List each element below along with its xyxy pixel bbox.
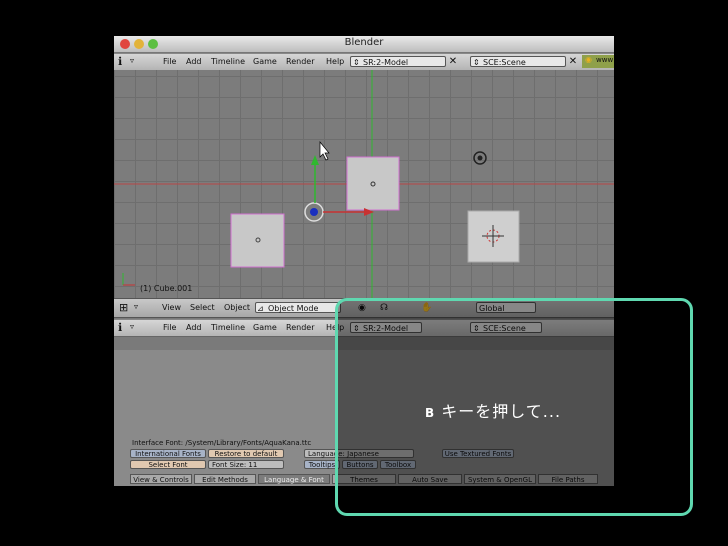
window-title: Blender [344, 37, 384, 48]
delete-scene-button[interactable]: ✕ [568, 56, 578, 67]
select-font-button[interactable]: Select Font [130, 460, 206, 469]
blender-logo-icon: ◉ [585, 55, 592, 64]
selector-arrows-icon: ⇕ [473, 58, 480, 67]
delete-screen-button[interactable]: ✕ [448, 56, 458, 67]
header-menu-toggle-icon[interactable]: ▿ [130, 56, 134, 65]
screen-name: SR:2-Model [363, 58, 409, 67]
tab-edit-methods[interactable]: Edit Methods [194, 474, 256, 484]
international-fonts-toggle[interactable]: International Fonts [130, 449, 206, 458]
object-mode-icon: ⊿ [257, 304, 264, 313]
manipulator-center [310, 208, 318, 216]
scene-selector[interactable]: ⇕ SCE:Scene [470, 56, 566, 67]
menu-game[interactable]: Game [253, 323, 277, 332]
screen-selector[interactable]: ⇕ SR:2-Model [350, 56, 446, 67]
caption: B キーを押して... [425, 398, 561, 422]
mouse-pointer [319, 141, 330, 161]
restore-default-button[interactable]: Restore to default [208, 449, 284, 458]
editor-type-icon[interactable]: ⊞ [119, 301, 128, 314]
menu-timeline[interactable]: Timeline [211, 57, 245, 66]
y-manipulator-arrow [311, 155, 319, 165]
menu-file[interactable]: File [163, 323, 176, 332]
interface-font-label: Interface Font: /System/Library/Fonts/Aq… [132, 439, 312, 447]
header-menu-toggle-icon[interactable]: ▿ [130, 322, 134, 331]
viewport-scene [114, 70, 614, 298]
caption-text: キーを押して... [441, 402, 562, 421]
mode-selector[interactable]: ⊿ Object Mode [255, 302, 341, 313]
menu-file[interactable]: File [163, 57, 176, 66]
tab-language-font[interactable]: Language & Font [258, 474, 330, 484]
header-menu-toggle-icon[interactable]: ▿ [134, 302, 138, 311]
menu-help[interactable]: Help [326, 57, 344, 66]
selected-cube-top [346, 156, 400, 211]
info-icon[interactable]: ℹ [118, 321, 122, 334]
scene-name: SCE:Scene [483, 58, 526, 67]
main-header: ℹ ▿ File Add Timeline Game Render Help ⇕… [114, 53, 614, 71]
menu-view[interactable]: View [162, 303, 181, 312]
menu-game[interactable]: Game [253, 57, 277, 66]
tab-view-controls[interactable]: View & Controls [130, 474, 192, 484]
title-bar: Blender [114, 36, 614, 53]
www-label: www [596, 56, 614, 64]
selected-cube-left [230, 213, 285, 268]
menu-render[interactable]: Render [286, 57, 314, 66]
menu-object[interactable]: Object [224, 303, 250, 312]
selector-arrows-icon: ⇕ [353, 58, 360, 67]
mode-label: Object Mode [268, 304, 319, 313]
menu-add[interactable]: Add [186, 57, 202, 66]
menu-render[interactable]: Render [286, 323, 314, 332]
menu-select[interactable]: Select [190, 303, 215, 312]
font-size-select[interactable]: Font Size: 11 [208, 460, 284, 469]
info-icon[interactable]: ℹ [118, 55, 122, 68]
caption-key: B [425, 406, 436, 420]
active-object-label: (1) Cube.001 [140, 284, 193, 293]
www-indicator: ◉ www [582, 55, 614, 68]
menu-add[interactable]: Add [186, 323, 202, 332]
menu-timeline[interactable]: Timeline [211, 323, 245, 332]
3d-viewport[interactable]: (1) Cube.001 [114, 70, 614, 298]
